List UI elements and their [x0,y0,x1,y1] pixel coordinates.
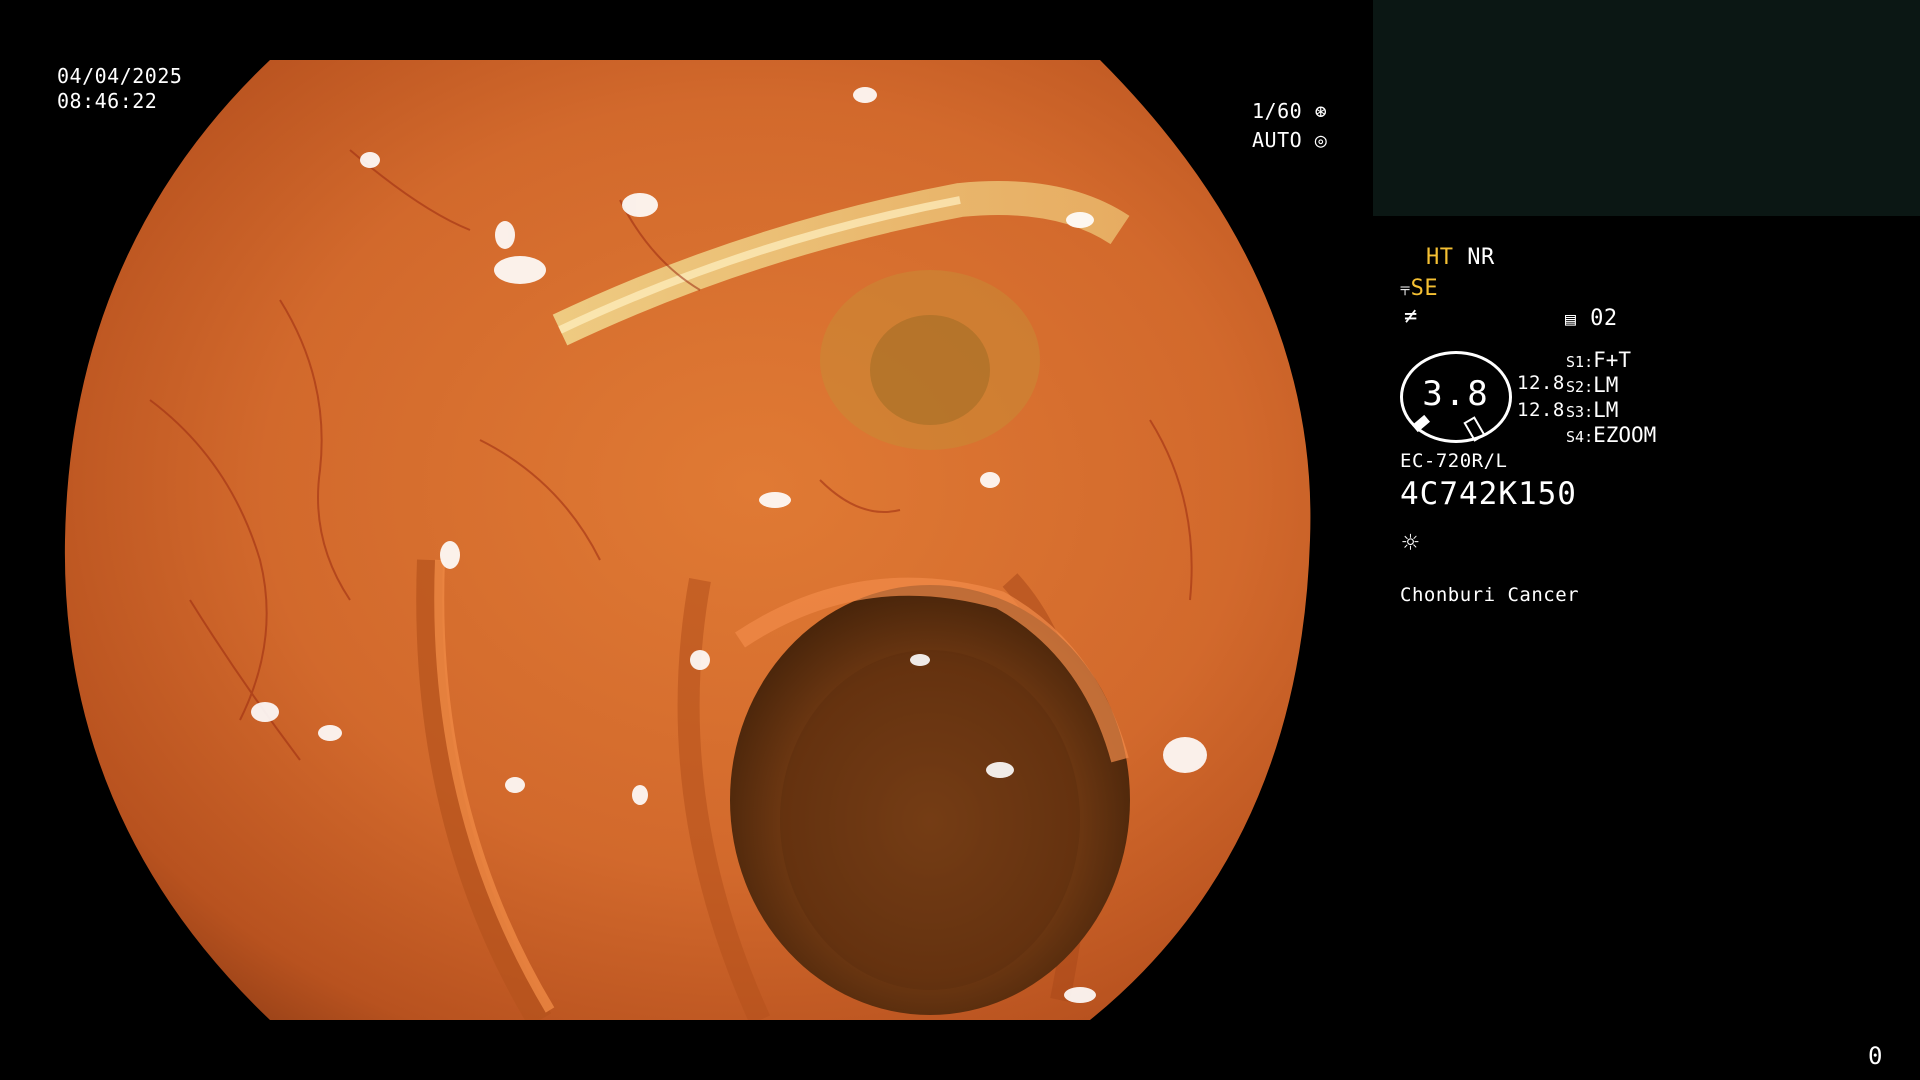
switch-list: S1:F+T S2:LM S3:LM S4:EZOOM [1566,348,1656,448]
enhancement-row: HT NR [1426,245,1495,271]
iris-mode: AUTO [1252,128,1303,152]
freeze-icon: ≠ [1404,304,1418,329]
iris-readout: AUTO ◎ [1252,127,1327,153]
gauge-bottom-readout: 12.8 [1517,399,1565,421]
switch-row: S2:LM [1566,373,1619,397]
switch-key: S2 [1566,378,1585,396]
switch-row: S3:LM [1566,398,1619,422]
gauge-top-readout: 12.8 [1517,372,1565,394]
scope-model: EC-720R/L [1400,450,1508,472]
switch-key: S3 [1566,403,1585,421]
switch-key: S4 [1566,428,1585,446]
switch-row: S4:EZOOM [1566,423,1657,447]
institution-name: Chonburi Cancer [1400,584,1580,606]
colon-mucosa-image [64,60,1311,1020]
zoom-value: 3.8 [1422,374,1490,414]
scope-serial: 4C742K150 [1400,476,1577,512]
thumbnail-panel [1373,0,1920,216]
switch-value: F+T [1593,348,1632,372]
exam-time: 08:46:22 [57,89,158,113]
switch-value: LM [1593,398,1619,422]
ht-indicator: HT [1426,245,1454,270]
memory-row: ▤ 02 [1565,306,1618,333]
brightness-icon: ☼ [1402,526,1420,559]
se-row: ⫧SE [1400,276,1438,303]
iris-icon: ◎ [1314,128,1328,152]
switch-value: LM [1593,373,1619,397]
exam-date: 04/04/2025 [57,64,183,88]
shutter-icon: ⊛ [1314,99,1328,123]
endoscope-view [0,0,1372,1080]
memory-card-icon: ▤ [1565,309,1577,330]
shutter-readout: 1/60 ⊛ [1252,98,1327,124]
shutter-speed: 1/60 [1252,99,1303,123]
mode-number: 02 [1590,306,1618,331]
switch-row: S1:F+T [1566,348,1632,372]
se-indicator: SE [1410,276,1439,301]
scope-settings-icon: ⫧ [1400,279,1411,300]
switch-key: S1 [1566,353,1585,371]
nr-indicator: NR [1467,245,1495,270]
image-counter: 0 [1868,1042,1883,1070]
switch-value: EZOOM [1593,423,1657,447]
